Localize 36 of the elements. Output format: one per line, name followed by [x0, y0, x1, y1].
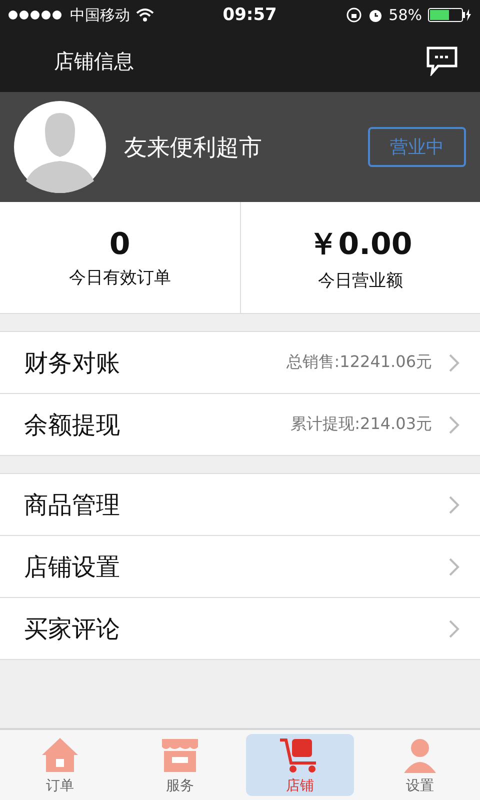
chevron-icon [448, 556, 460, 576]
chevron-icon [448, 352, 460, 372]
avatar-icon [14, 101, 106, 193]
stat-value: ￥0.00 [308, 226, 412, 264]
menu-label: 买家评论 [24, 614, 121, 644]
battery-icon [428, 8, 472, 22]
menu-label: 商品管理 [24, 490, 121, 520]
alarm-icon [368, 8, 383, 22]
chevron-icon [448, 494, 460, 514]
menu-row[interactable]: 店铺设置 [0, 535, 480, 597]
stat-label: 今日有效订单 [68, 266, 171, 288]
menu-row[interactable]: 商品管理 [0, 474, 480, 535]
battery-percent: 58% [388, 6, 422, 24]
chevron-icon [448, 618, 460, 638]
menu-label: 余额提现 [24, 410, 121, 440]
tab-item[interactable]: 服务 [126, 734, 234, 796]
stat-value: 0 [109, 226, 130, 262]
store-name: 友来便利超市 [124, 134, 263, 162]
wifi-icon [136, 8, 154, 22]
menu-detail: 累计提现:214.03元 [290, 414, 432, 435]
stat-label: 今日营业额 [318, 270, 403, 292]
status-time: 09:57 [222, 5, 278, 25]
page-title: 店铺信息 [54, 48, 134, 74]
chevron-icon [448, 414, 460, 434]
rotation-lock-icon [346, 7, 362, 23]
menu-label: 财务对账 [24, 348, 121, 378]
carrier-name: 中国移动 [70, 6, 130, 24]
message-icon[interactable] [426, 46, 458, 76]
menu-row[interactable]: 财务对账 总销售:12241.06元 [0, 332, 480, 393]
menu-label: 店铺设置 [24, 552, 121, 582]
menu-row[interactable]: 买家评论 [0, 597, 480, 659]
tab-item[interactable]: 订单 [6, 734, 114, 796]
tab-item[interactable]: 设置 [366, 734, 474, 796]
menu-row[interactable]: 余额提现 累计提现:214.03元 [0, 393, 480, 455]
signal-icon [8, 10, 64, 20]
menu-detail: 总销售:12241.06元 [286, 352, 432, 373]
